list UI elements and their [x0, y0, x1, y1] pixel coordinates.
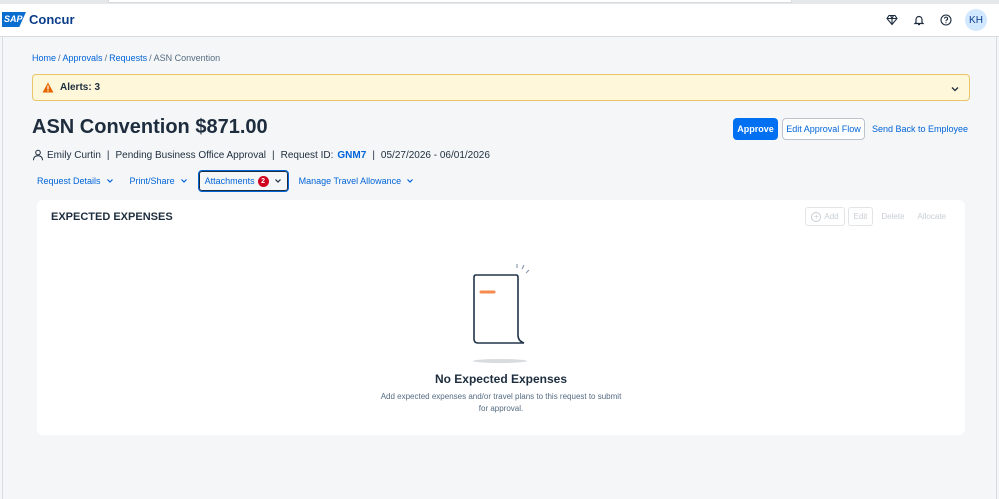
alerts-bar[interactable]: Alerts: 3: [32, 74, 970, 101]
request-status: Pending Business Office Approval: [115, 149, 266, 161]
empty-document-illustration: [473, 264, 530, 363]
user-icon: [32, 149, 44, 161]
add-label: Add: [824, 212, 839, 221]
user-avatar[interactable]: KH: [965, 9, 987, 31]
tab-label: Print/Share: [129, 176, 175, 186]
empty-state-title: No Expected Expenses: [434, 372, 568, 386]
edit-button[interactable]: Edit: [847, 207, 874, 226]
breadcrumb-approvals[interactable]: Approvals: [63, 53, 103, 63]
approve-button[interactable]: Approve: [733, 118, 778, 140]
send-back-button[interactable]: Send Back to Employee: [870, 118, 970, 140]
request-id-link[interactable]: GNM7: [337, 150, 366, 161]
card-actions: + Add Edit Delete Allocate: [802, 207, 951, 226]
tab-label: Attachments: [204, 176, 255, 186]
tab-print-share[interactable]: Print/Share: [125, 171, 193, 191]
expected-expenses-card: EXPECTED EXPENSES + Add Edit Delete Allo…: [37, 200, 965, 435]
employee-name: Emily Curtin: [47, 149, 101, 161]
allocate-button[interactable]: Allocate: [913, 207, 951, 226]
chevron-down-icon: [274, 179, 281, 183]
add-icon: +: [811, 211, 822, 222]
breadcrumb-requests[interactable]: Requests: [109, 53, 147, 63]
alerts-count: Alerts: 3: [60, 82, 101, 93]
warning-icon: [41, 81, 55, 95]
breadcrumb-separator: /: [58, 53, 61, 63]
delete-button[interactable]: Delete: [876, 207, 909, 226]
help-icon[interactable]: [935, 9, 957, 31]
empty-state-description: Add expected expenses and/or travel plan…: [380, 392, 622, 413]
diamond-icon[interactable]: [881, 9, 903, 31]
card-title: EXPECTED EXPENSES: [51, 211, 173, 223]
bell-icon[interactable]: [908, 9, 930, 31]
tab-request-details[interactable]: Request Details: [32, 171, 119, 191]
tab-manage-travel-allowance[interactable]: Manage Travel Allowance: [294, 171, 420, 191]
chevron-down-icon: [180, 179, 187, 183]
chevron-down-icon: [106, 179, 113, 183]
edit-approval-flow-button[interactable]: Edit Approval Flow: [782, 118, 865, 140]
breadcrumb: Home / Approvals / Requests / ASN Convention: [32, 53, 220, 63]
page-title: ASN Convention $871.00: [32, 116, 268, 138]
add-button[interactable]: + Add: [805, 207, 845, 226]
request-meta: Emily Curtin | Pending Business Office A…: [32, 149, 490, 161]
breadcrumb-separator: /: [104, 53, 108, 63]
sap-badge: SAP: [2, 12, 26, 27]
tab-label: Manage Travel Allowance: [298, 176, 402, 186]
request-dates: 05/27/2026 - 06/01/2026: [380, 149, 490, 161]
request-id-label: Request ID:: [280, 149, 334, 161]
meta-separator: |: [271, 149, 275, 161]
tab-label: Request Details: [37, 176, 101, 186]
chevron-down-icon[interactable]: [949, 82, 961, 94]
meta-separator: |: [372, 149, 375, 161]
request-tabs: Request Details Print/Share Attachments …: [32, 170, 425, 192]
concur-logo-text: Concur: [29, 12, 75, 27]
tab-attachments[interactable]: Attachments 2: [197, 170, 289, 192]
tab-hint: [108, 0, 792, 3]
meta-separator: |: [106, 149, 110, 161]
attachments-count-badge: 2: [257, 175, 269, 187]
breadcrumb-separator: /: [149, 53, 152, 63]
sap-concur-logo[interactable]: SAP Concur: [2, 12, 75, 27]
app-header: SAP Concur KH: [0, 4, 999, 37]
chevron-down-icon: [407, 179, 414, 183]
breadcrumb-home[interactable]: Home: [32, 53, 56, 63]
breadcrumb-current: ASN Convention: [153, 53, 221, 63]
header-icons: KH: [876, 9, 987, 31]
